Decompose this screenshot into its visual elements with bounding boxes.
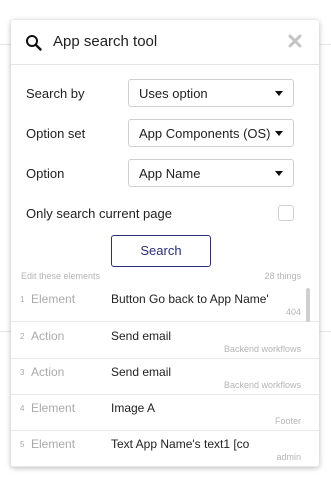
item-number: 2 (20, 332, 25, 341)
option-label: Option (26, 166, 65, 181)
results-list: 1 Element Button Go back to App Name' 40… (11, 285, 319, 467)
chevron-down-icon (275, 131, 283, 136)
item-name: Send email (111, 365, 172, 379)
only-current-page-checkbox[interactable] (278, 205, 294, 221)
list-item[interactable]: 4 Element Image A Footer (11, 394, 319, 431)
item-location: 404 (285, 307, 301, 317)
search-by-label: Search by (26, 86, 85, 101)
chevron-down-icon (275, 171, 283, 176)
results-scrollbar[interactable] (306, 288, 310, 322)
item-kind: Element (31, 437, 76, 451)
item-name: Text App Name's text1 [co (111, 437, 250, 451)
chevron-down-icon (275, 91, 283, 96)
results-count: 28 things (264, 271, 301, 281)
item-number: 4 (20, 404, 25, 413)
panel-title: App search tool (53, 33, 158, 50)
app-search-panel: App search tool Search by Uses option Op… (11, 20, 319, 467)
item-location: Footer (274, 416, 301, 426)
list-item[interactable]: 5 Element Text App Name's text1 [co admi… (11, 430, 319, 467)
option-set-value: App Components (OS) (139, 126, 271, 141)
item-name: Send email (111, 329, 172, 343)
item-location: Backend workflows (223, 380, 301, 390)
item-location: Backend workflows (223, 344, 301, 354)
search-by-select[interactable]: Uses option (128, 79, 294, 107)
panel-header: App search tool (11, 20, 319, 65)
item-kind: Action (31, 329, 65, 343)
only-current-page-label: Only search current page (26, 206, 172, 221)
search-icon (26, 35, 42, 51)
option-set-label: Option set (26, 126, 86, 141)
item-kind: Element (31, 292, 76, 306)
item-name: Image A (111, 401, 156, 415)
results-hint: Edit these elements (21, 271, 101, 281)
item-name: Button Go back to App Name' (111, 292, 269, 306)
item-number: 5 (20, 440, 25, 449)
option-set-select[interactable]: App Components (OS) (128, 119, 294, 147)
option-value: App Name (139, 166, 201, 181)
close-icon[interactable] (287, 33, 303, 49)
item-kind: Action (31, 365, 65, 379)
list-item[interactable]: 1 Element Button Go back to App Name' 40… (11, 285, 319, 322)
search-by-value: Uses option (139, 86, 208, 101)
list-item[interactable]: 3 Action Send email Backend workflows (11, 358, 319, 395)
list-item[interactable]: 2 Action Send email Backend workflows (11, 322, 319, 359)
search-button[interactable]: Search (111, 235, 211, 267)
item-kind: Element (31, 401, 76, 415)
option-select[interactable]: App Name (128, 159, 294, 187)
item-number: 3 (20, 368, 25, 377)
item-number: 1 (20, 295, 25, 304)
item-location: admin (276, 452, 301, 462)
